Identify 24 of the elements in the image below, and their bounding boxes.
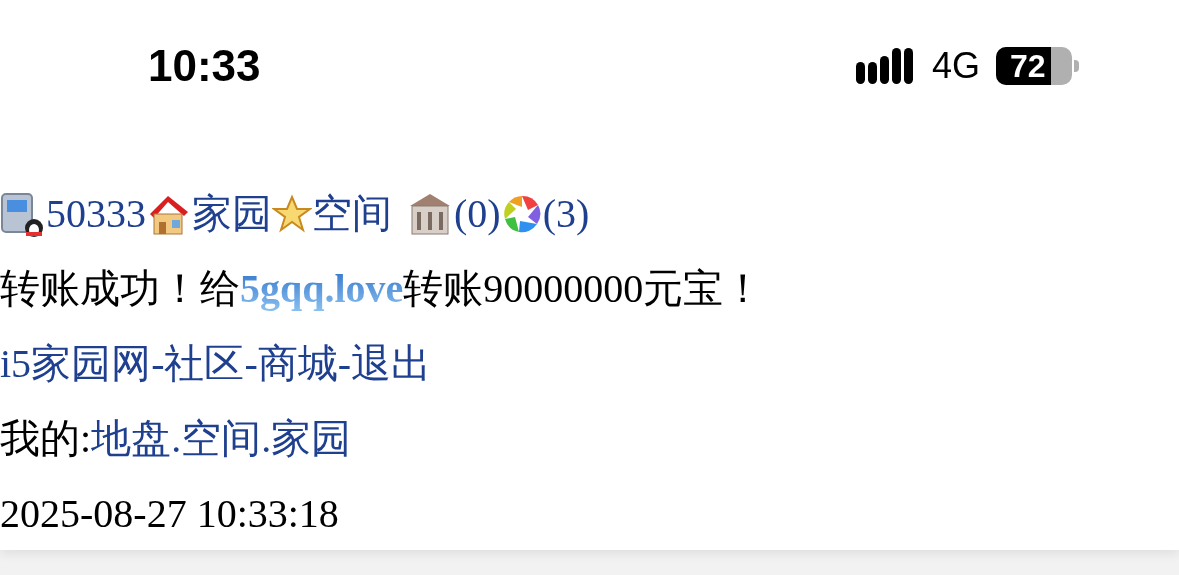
link[interactable]: 空间: [181, 401, 262, 476]
separator: -: [151, 340, 165, 388]
link[interactable]: 退出: [351, 326, 432, 401]
link[interactable]: 空间: [312, 176, 392, 251]
link[interactable]: 50333: [46, 176, 146, 251]
link[interactable]: (0): [454, 176, 501, 251]
timestamp: 2025-08-27 10:33:18: [0, 491, 339, 536]
link[interactable]: 地盘: [91, 401, 172, 476]
separator: -: [244, 340, 258, 388]
separator: .: [171, 415, 182, 463]
star-icon: [272, 193, 312, 234]
network-type: 4G: [931, 44, 980, 88]
link[interactable]: 家园: [192, 176, 272, 251]
link[interactable]: (3): [542, 176, 590, 251]
link[interactable]: 商城: [257, 326, 338, 401]
link[interactable]: 家园: [271, 401, 352, 476]
clock-time: 10:33: [148, 40, 261, 92]
link[interactable]: 社区: [164, 326, 245, 401]
signal-icon: [855, 46, 916, 86]
label: 我的:: [0, 415, 92, 463]
separator: -: [337, 340, 352, 388]
separator: .: [261, 415, 272, 463]
transfer-message: 转账成功！给5gqq.love转账90000000元宝！: [0, 266, 764, 311]
link[interactable]: i5家园网: [0, 326, 152, 401]
